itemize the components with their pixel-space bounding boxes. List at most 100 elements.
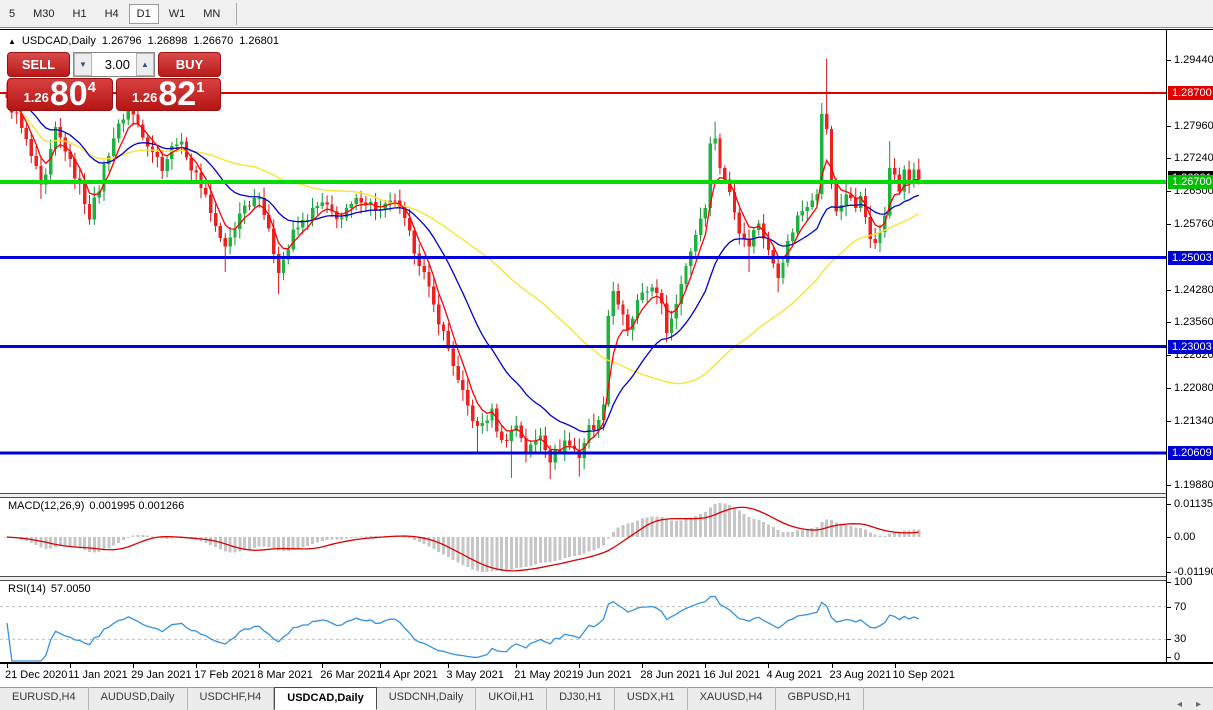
time-tick-label: 23 Aug 2021 <box>830 669 892 681</box>
tab-scroll-arrows: ◂ ▸ <box>1177 699 1213 710</box>
price-tick-mark <box>1167 355 1171 356</box>
sell-button[interactable]: SELL <box>7 52 70 77</box>
price-tick-label: 1.27960 <box>1174 120 1213 132</box>
tab-gbpusd-h1[interactable]: GBPUSD,H1 <box>776 687 865 710</box>
time-tick-mark <box>259 664 260 668</box>
price-badge: 1.23003 <box>1168 340 1213 354</box>
one-click-trade-panel: SELL ▼ 3.00 ▲ BUY 1.26 80 4 1.26 82 1 <box>7 52 221 111</box>
price-tick-label: 1.22080 <box>1174 382 1213 394</box>
price-tick-label: 1.19880 <box>1174 479 1213 491</box>
chart-tabs: EURUSD,H4AUDUSD,DailyUSDCHF,H4USDCAD,Dai… <box>0 687 864 710</box>
rsi-tick-mark <box>1167 582 1171 583</box>
tab-eurusd-h4[interactable]: EURUSD,H4 <box>0 687 89 710</box>
sell-price-big: 80 <box>50 79 88 109</box>
chart-symbol-label: USDCAD,Daily <box>22 35 96 47</box>
trading-terminal: 5M30H1H4D1W1MN ▲ USDCAD,Daily 1.26796 1.… <box>0 0 1213 710</box>
timeframe-button-w1[interactable]: W1 <box>161 4 194 24</box>
tab-scroll-left-icon[interactable]: ◂ <box>1177 699 1182 710</box>
rsi-name: RSI(14) <box>8 583 46 595</box>
macd-indicator-label: MACD(12,26,9) 0.001995 0.001266 <box>8 500 184 512</box>
timeframe-button-d1[interactable]: D1 <box>129 4 159 24</box>
tab-ukoil-h1[interactable]: UKOil,H1 <box>476 687 547 710</box>
tab-xauusd-h4[interactable]: XAUUSD,H4 <box>688 687 776 710</box>
rsi-tick-mark <box>1167 607 1171 608</box>
price-badge: 1.26700 <box>1168 175 1213 189</box>
rsi-indicator-label: RSI(14) 57.0050 <box>8 583 91 595</box>
tab-dj30-h1[interactable]: DJ30,H1 <box>547 687 615 710</box>
buy-button[interactable]: BUY <box>158 52 221 77</box>
tab-usdchf-h4[interactable]: USDCHF,H4 <box>188 687 275 710</box>
rsi-tick-label: 100 <box>1174 576 1192 588</box>
volume-decrease-button[interactable]: ▼ <box>74 53 92 76</box>
time-tick-mark <box>516 664 517 668</box>
collapse-trade-panel-icon[interactable]: ▲ <box>8 36 16 47</box>
buy-price-big: 82 <box>158 79 196 109</box>
time-tick-mark <box>448 664 449 668</box>
timeframe-button-h4[interactable]: H4 <box>97 4 127 24</box>
time-tick-mark <box>7 664 8 668</box>
macd-tick-mark <box>1167 572 1171 573</box>
timeframe-button-5[interactable]: 5 <box>1 4 23 24</box>
tab-scroll-right-icon[interactable]: ▸ <box>1196 699 1201 710</box>
price-tick-mark <box>1167 191 1171 192</box>
time-tick-label: 10 Sep 2021 <box>893 669 955 681</box>
time-tick-label: 21 Dec 2020 <box>5 669 67 681</box>
time-tick-mark <box>133 664 134 668</box>
time-tick-label: 17 Feb 2021 <box>194 669 256 681</box>
time-tick-mark <box>380 664 381 668</box>
rsi-value: 57.0050 <box>51 583 91 595</box>
price-badge: 1.28700 <box>1168 86 1213 100</box>
macd-values: 0.001995 0.001266 <box>89 500 184 512</box>
buy-price-box[interactable]: 1.26 82 1 <box>116 78 222 111</box>
buy-price-prefix: 1.26 <box>132 90 157 105</box>
volume-increase-button[interactable]: ▲ <box>136 53 154 76</box>
time-tick-label: 4 Aug 2021 <box>766 669 822 681</box>
rsi-tick-label: 0 <box>1174 651 1180 663</box>
price-tick-mark <box>1167 322 1171 323</box>
macd-tick-mark <box>1167 504 1171 505</box>
timeframe-button-mn[interactable]: MN <box>195 4 228 24</box>
volume-increase-icon: ▲ <box>141 60 149 69</box>
timeframe-button-m30[interactable]: M30 <box>25 4 62 24</box>
ohlc-low: 1.26670 <box>193 35 233 47</box>
price-badge: 1.25003 <box>1168 251 1213 265</box>
sell-price-box[interactable]: 1.26 80 4 <box>7 78 113 111</box>
rsi-tick-mark <box>1167 657 1171 658</box>
tab-audusd-daily[interactable]: AUDUSD,Daily <box>89 687 188 710</box>
timeframe-button-h1[interactable]: H1 <box>65 4 95 24</box>
ohlc-open: 1.26796 <box>102 35 142 47</box>
buy-price-pip: 1 <box>196 79 204 96</box>
volume-input[interactable]: 3.00 <box>92 53 136 76</box>
toolbar-separator <box>236 3 237 25</box>
time-tick-mark <box>579 664 580 668</box>
price-tick-label: 1.25760 <box>1174 218 1213 230</box>
price-tick-mark <box>1167 388 1171 389</box>
price-tick-mark <box>1167 224 1171 225</box>
ohlc-high: 1.26898 <box>148 35 188 47</box>
time-tick-label: 14 Apr 2021 <box>378 669 437 681</box>
time-tick-label: 16 Jul 2021 <box>703 669 760 681</box>
time-tick-label: 28 Jun 2021 <box>640 669 701 681</box>
time-tick-mark <box>642 664 643 668</box>
rsi-tick-mark <box>1167 639 1171 640</box>
timeframe-buttons: 5M30H1H4D1W1MN <box>0 4 229 24</box>
price-tick-mark <box>1167 290 1171 291</box>
volume-spinner: ▼ 3.00 ▲ <box>73 52 155 77</box>
tab-usdcnh-daily[interactable]: USDCNH,Daily <box>377 687 477 710</box>
time-tick-label: 26 Mar 2021 <box>320 669 382 681</box>
rsi-panel-canvas[interactable] <box>0 581 1166 662</box>
time-tick-mark <box>196 664 197 668</box>
price-scale[interactable]: 1.294401.279601.272401.265001.257601.242… <box>1166 30 1213 662</box>
timeframe-toolbar: 5M30H1H4D1W1MN <box>0 0 1213 28</box>
macd-tick-mark <box>1167 537 1171 538</box>
macd-tick-label: 0.00 <box>1174 531 1195 543</box>
time-tick-label: 21 May 2021 <box>514 669 578 681</box>
tab-usdcad-daily[interactable]: USDCAD,Daily <box>274 687 376 710</box>
time-scale[interactable]: 21 Dec 202011 Jan 202129 Jan 202117 Feb … <box>0 664 1213 687</box>
chart-title: ▲ USDCAD,Daily 1.26796 1.26898 1.26670 1… <box>8 35 279 47</box>
time-tick-label: 3 May 2021 <box>446 669 503 681</box>
time-tick-mark <box>768 664 769 668</box>
tab-usdx-h1[interactable]: USDX,H1 <box>615 687 688 710</box>
macd-tick-label: 0.01135 <box>1174 498 1213 510</box>
rsi-tick-label: 70 <box>1174 601 1186 613</box>
